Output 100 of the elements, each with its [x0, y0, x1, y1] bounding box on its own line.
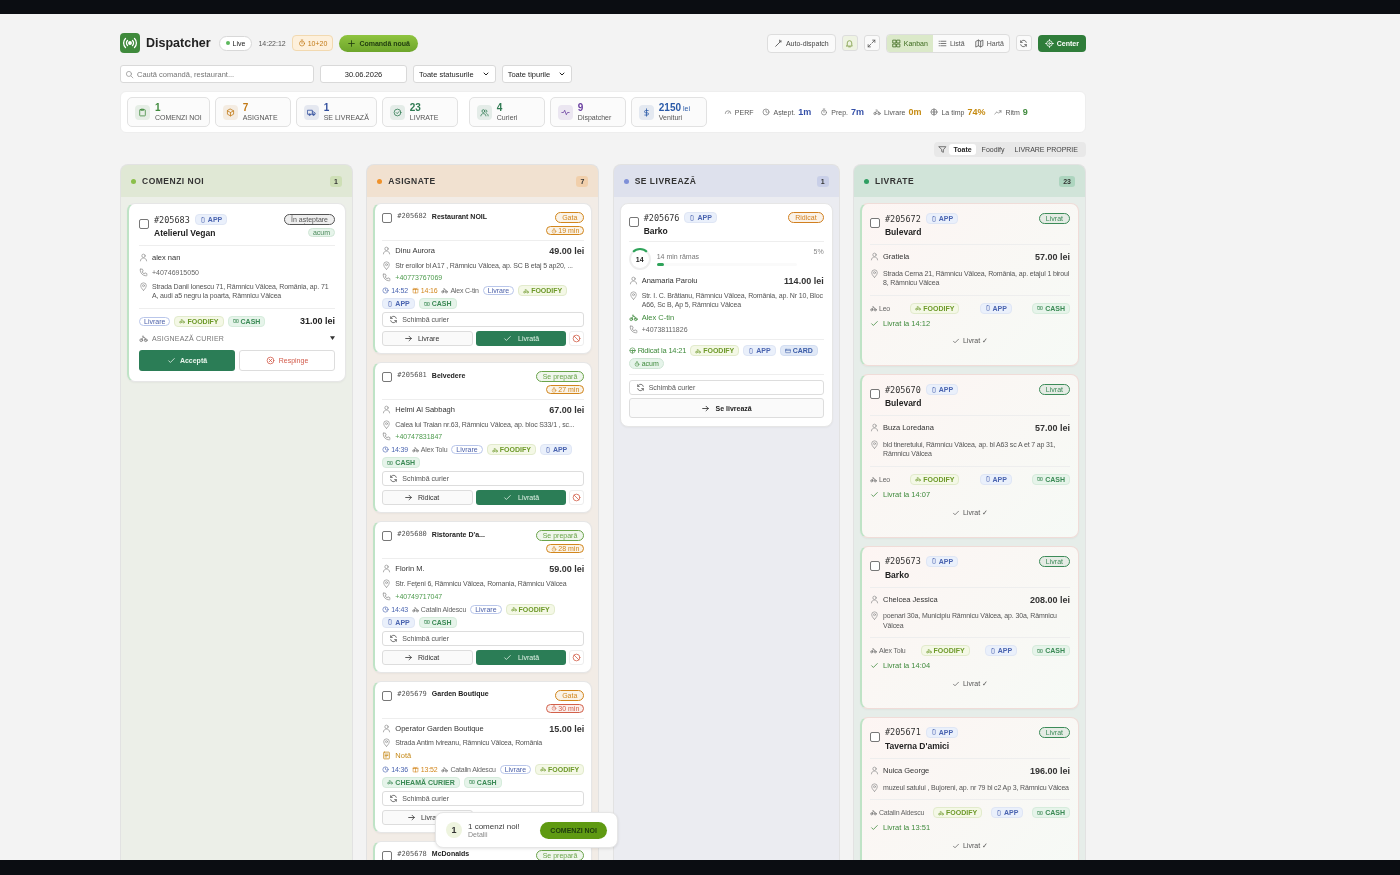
order-total: 208.00 lei [1029, 594, 1070, 607]
refresh-icon [635, 383, 645, 393]
phone-icon [628, 325, 638, 335]
banknote-icon [387, 459, 394, 466]
checkbox[interactable] [870, 389, 880, 400]
cancel-button[interactable] [569, 331, 585, 347]
location-pin-icon [870, 782, 879, 792]
caret-icon [481, 70, 490, 78]
person-icon [628, 276, 638, 285]
bicycle-icon [387, 779, 394, 786]
phone-icon [382, 432, 392, 442]
bicycle-icon [179, 318, 186, 325]
person-icon [382, 564, 392, 574]
order-card[interactable] [373, 203, 593, 355]
bicycle-icon [873, 108, 882, 116]
prohibited-icon [572, 334, 582, 344]
checkbox[interactable] [382, 372, 393, 383]
bicycle-icon [510, 606, 517, 613]
order-total: 31.00 lei [299, 316, 335, 327]
cancel-button[interactable] [569, 490, 585, 506]
order-total: 67.00 lei [549, 405, 585, 417]
refresh-button[interactable] [1015, 35, 1032, 51]
banknote-icon [1037, 476, 1044, 483]
stopwatch-icon [297, 39, 306, 47]
bicycle-icon [695, 347, 702, 354]
checkbox[interactable] [382, 690, 393, 701]
clock-icon [382, 765, 390, 773]
trend-icon [994, 108, 1003, 116]
order-id: #205673 [885, 556, 921, 567]
stopwatch-icon [551, 705, 558, 712]
person-icon [870, 765, 879, 775]
bicycle-icon [139, 333, 148, 343]
bicycle-icon [441, 287, 449, 295]
order-id: #205670 [885, 384, 921, 395]
order-card[interactable] [619, 203, 833, 428]
bicycle-icon [915, 476, 922, 483]
restaurant-name: Bulevard [885, 398, 923, 409]
checkmark-icon [166, 355, 176, 365]
order-total: 57.00 lei [1034, 423, 1070, 435]
checkbox[interactable] [382, 213, 393, 223]
mobile-phone-icon [387, 619, 394, 626]
location-pin-icon [870, 268, 879, 278]
bicycle-icon [915, 305, 922, 312]
stat-value: 23 [409, 103, 422, 113]
metric-value: 9 [1022, 107, 1028, 117]
cancel-button[interactable] [569, 649, 585, 665]
stopwatch-icon [551, 545, 558, 552]
arrow-right-icon [407, 812, 416, 822]
person-icon [382, 723, 392, 733]
mobile-phone-icon [387, 300, 394, 307]
order-card[interactable] [373, 521, 593, 673]
bicycle-icon [491, 446, 498, 453]
banknote-icon [1037, 305, 1044, 312]
stat-value: 7 [242, 103, 250, 113]
bicycle-icon [925, 647, 932, 654]
mobile-phone-icon [544, 446, 551, 453]
stopwatch-icon [551, 386, 558, 393]
column-title: SE LIVREAZĂ [634, 176, 698, 186]
search-icon [125, 69, 134, 79]
checkbox[interactable] [139, 219, 149, 229]
refresh-icon [389, 474, 399, 484]
caret-icon [330, 336, 335, 341]
order-card[interactable] [373, 362, 593, 514]
prohibited-icon [572, 493, 582, 503]
arrow-right-icon [403, 652, 413, 662]
person-icon [870, 423, 879, 433]
person-icon [382, 405, 392, 415]
app-title: Dispatcher [146, 36, 211, 50]
checkbox[interactable] [382, 531, 393, 542]
checkbox[interactable] [870, 218, 880, 228]
mobile-phone-icon [748, 347, 755, 354]
stat-value: 1 [155, 103, 162, 113]
banknote-icon [423, 619, 430, 626]
bicycle-icon [870, 647, 877, 655]
mobile-phone-icon [930, 215, 937, 222]
metric-value: 1m [798, 107, 812, 117]
column-title: COMENZI NOI [142, 176, 206, 186]
order-id: #205683 [154, 214, 190, 225]
order-total: 196.00 lei [1029, 765, 1070, 778]
checkbox[interactable] [870, 560, 880, 571]
checkbox[interactable] [870, 731, 880, 742]
clock-icon [382, 605, 390, 613]
checkmark-icon [870, 318, 879, 328]
order-total: 49.00 lei [549, 246, 585, 258]
location-pin-icon [139, 281, 148, 291]
bicycle-icon [628, 312, 638, 322]
fullscreen-button[interactable] [863, 35, 880, 51]
checkmark-icon [951, 508, 960, 517]
person-icon [382, 246, 392, 255]
mobile-phone-icon [689, 214, 696, 221]
map-icon [974, 38, 984, 48]
order-total: 57.00 lei [1034, 252, 1070, 264]
location-pin-icon [870, 611, 879, 621]
order-card[interactable] [127, 203, 346, 382]
caret-icon [558, 70, 567, 78]
checkmark-icon [503, 493, 513, 503]
checkbox[interactable] [628, 217, 639, 227]
arrow-right-icon [700, 403, 710, 413]
metric-value: 7m [851, 107, 865, 117]
metric-value: 74% [967, 107, 986, 117]
